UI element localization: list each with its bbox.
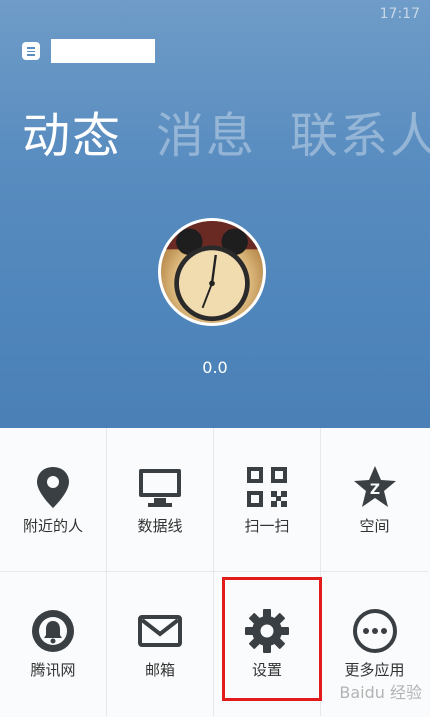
- grid-item-label: 扫一扫: [244, 517, 290, 535]
- grid-item-label: 邮箱: [144, 661, 175, 679]
- location-pin-icon: [37, 467, 69, 508]
- qzone-star-icon: Z: [353, 466, 396, 507]
- grid-item-scan[interactable]: 扫一扫: [214, 428, 321, 572]
- grid-item-mail[interactable]: 邮箱: [107, 572, 214, 716]
- tencent-news-icon: [32, 610, 74, 652]
- menu-icon[interactable]: [22, 42, 40, 60]
- mail-icon: [138, 615, 182, 647]
- grid-item-label: 空间: [359, 517, 390, 535]
- grid-item-label: 附近的人: [22, 517, 83, 535]
- status-time: 17:17: [379, 6, 420, 22]
- more-apps-icon: [352, 609, 397, 653]
- monitor-icon: [139, 469, 181, 507]
- watermark: Baidu 经验: [339, 683, 422, 702]
- grid-item-qzone[interactable]: Z 空间: [321, 428, 428, 572]
- grid-item-nearby[interactable]: 附近的人: [0, 428, 107, 572]
- grid-item-tencent-news[interactable]: 腾讯网: [0, 572, 107, 716]
- svg-text:Z: Z: [369, 482, 379, 498]
- tab-feed[interactable]: 动态: [22, 96, 122, 166]
- profile-header: 17:17 动态 消息 联系人 0.0: [0, 0, 430, 428]
- nickname-box: [51, 39, 155, 63]
- avatar[interactable]: [158, 218, 266, 326]
- grid-item-data-cable[interactable]: 数据线: [107, 428, 214, 572]
- tab-bar: 动态 消息 联系人: [22, 96, 430, 166]
- tab-messages[interactable]: 消息: [156, 96, 256, 166]
- feature-grid: 附近的人 数据线 扫一扫 Z 空间 腾讯网 邮箱 设置 更多应用: [0, 428, 430, 717]
- highlight-box: [222, 577, 322, 701]
- grid-item-label: 腾讯网: [30, 661, 76, 679]
- qr-code-icon: [247, 467, 287, 507]
- grid-item-label: 数据线: [137, 517, 183, 535]
- tab-contacts[interactable]: 联系人: [290, 96, 430, 166]
- clock-image: [161, 221, 263, 322]
- grid-item-label: 更多应用: [344, 661, 405, 679]
- score-text: 0.0: [202, 358, 228, 377]
